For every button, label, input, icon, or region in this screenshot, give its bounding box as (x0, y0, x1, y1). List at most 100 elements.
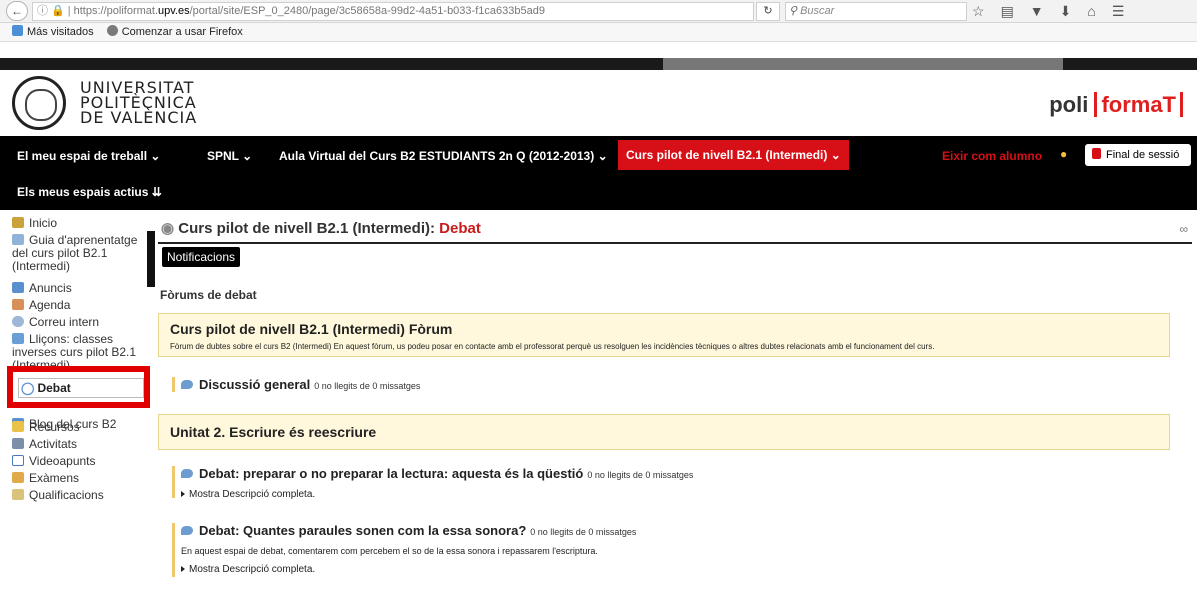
bookmark-getting-started[interactable]: Comenzar a usar Firefox (122, 26, 243, 38)
lock-icon: 🔒 (51, 5, 65, 17)
sidebar-item-videoapunts[interactable]: Videoapunts (12, 455, 96, 468)
browser-toolbar: ← ⓘ 🔒 | https://polifor­mat.upv.es/portal/… (0, 0, 1197, 23)
topic-icon (181, 380, 193, 389)
sidebar-item-debat[interactable]: ◯ Debat (7, 366, 150, 408)
sidebar-label: Videoapunts (29, 454, 96, 468)
reading-list-icon[interactable]: ▤ (1001, 3, 1014, 20)
lessons-icon (12, 333, 24, 344)
brand-format: formaT (1094, 92, 1183, 117)
sidebar-collapse-handle[interactable] (147, 231, 155, 287)
power-icon (1092, 148, 1101, 159)
nav-current-site[interactable]: Curs pilot de nivell B2.1 (Intermedi) ⌄ (618, 140, 849, 170)
chevron-down-icon: ⌄ (242, 149, 253, 163)
university-seal-logo (12, 76, 66, 130)
page-title-prefix: Curs pilot de nivell B2.1 (Intermedi): (178, 220, 435, 237)
sidebar-label: Qualificacions (29, 488, 104, 502)
poliformat-logo[interactable]: poli formaT (1049, 92, 1183, 118)
pencil-icon (12, 472, 24, 483)
browser-tools: ☆ ▤ ▼ ⬇ ⌂ ☰ (972, 0, 1124, 22)
nav-label: El meu espai de treball (17, 149, 148, 163)
show-full-label: Mostra Descripció completa. (189, 489, 316, 500)
forum-title[interactable]: Unitat 2. Escriure és reescriure (170, 424, 376, 440)
nav-label: Aula Virtual del Curs B2 ESTUDIANTS 2n Q… (279, 149, 595, 163)
topic-title: Debat: Quantes paraules sonen com la ess… (199, 523, 527, 538)
video-icon (12, 455, 24, 466)
active-spaces-label: Els meus espais actius (17, 185, 149, 199)
sidebar-label: Guia d'aprenentatge del curs pilot B2.1 … (12, 233, 138, 273)
sidebar-label: Correu intern (29, 315, 100, 329)
bookmark-folder-icon (12, 25, 23, 36)
logout-label: Final de sessió (1106, 149, 1180, 161)
sidebar-label: Inicio (29, 216, 58, 230)
book-icon (12, 234, 24, 245)
topic-title: Debat: preparar o no preparar la lectura… (199, 466, 584, 481)
sidebar-label: Debat (37, 381, 71, 395)
sidebar-label: Agenda (29, 298, 71, 312)
bookmark-most-visited[interactable]: Más visitados (27, 26, 94, 38)
chevron-down-icon: ⌄ (597, 149, 608, 163)
active-spaces-toggle[interactable]: Els meus espais actius ⇊ (17, 185, 162, 199)
menu-icon[interactable]: ☰ (1112, 3, 1125, 20)
sidebar-label: Anuncis (29, 281, 72, 295)
chevron-down-icon: ⌄ (150, 149, 161, 163)
topic-row[interactable]: Discussió general 0 no llegits de 0 missa… (172, 377, 420, 392)
show-full-description-link[interactable]: Mostra Descripció completa. (181, 564, 315, 575)
sidebar-item-activitats[interactable]: Activitats (12, 438, 77, 451)
user-icon[interactable]: ● (1060, 147, 1072, 161)
forum-block: Curs pilot de nivell B2.1 (Intermedi) Fò… (158, 313, 1170, 357)
forum-title[interactable]: Curs pilot de nivell B2.1 (Intermedi) Fò… (170, 321, 452, 337)
topic-icon (181, 526, 193, 535)
search-placeholder: Buscar (800, 5, 835, 17)
sidebar-item-qualificacions[interactable]: Qualificacions (12, 489, 104, 502)
sidebar-item-recursos[interactable]: Recursos (12, 421, 80, 434)
announcement-icon (12, 282, 24, 293)
expand-triangle-icon (181, 566, 185, 572)
sidebar-item-inicio[interactable]: Inicio (12, 217, 57, 230)
sidebar-label: Activitats (29, 437, 78, 451)
sidebar-label: Recursos (29, 420, 80, 434)
sidebar-item-agenda[interactable]: Agenda (12, 299, 70, 312)
exit-student-view-link[interactable]: Eixir com alumno (942, 149, 1042, 163)
url-path: /portal/site/ESP_0_2480/page/3c58658a-99… (189, 5, 545, 17)
sidebar-item-correu[interactable]: Correu intern (12, 316, 99, 329)
nav-label: SPNL (207, 149, 239, 163)
download-icon[interactable]: ⬇ (1060, 3, 1072, 20)
university-name: UNIVERSITAT POLITÈCNICA DE VALÈNCIA (80, 80, 198, 127)
url-field[interactable]: ⓘ 🔒 | https://polifor­mat.upv.es/portal/si… (32, 2, 754, 21)
topic-icon (181, 469, 193, 478)
url-prefix: https://polifor­mat. (73, 5, 158, 17)
topic-count: 0 no llegits de 0 missatges (587, 470, 694, 480)
tool-status-icon: ◉ (161, 220, 175, 237)
topic-title: Discussió general (199, 377, 311, 392)
home-icon (12, 217, 24, 228)
sidebar-item-examens[interactable]: Exàmens (12, 472, 79, 485)
show-full-description-link[interactable]: Mostra Descripció completa. (181, 489, 315, 500)
link-icon[interactable]: ∞ (1179, 222, 1188, 236)
sidebar-item-anuncis[interactable]: Anuncis (12, 282, 72, 295)
forums-heading: Fòrums de debat (160, 288, 257, 302)
nav-spnl[interactable]: SPNL ⌄ (207, 149, 252, 163)
forum-description: Fòrum de dubtes sobre el curs B2 (Interm… (170, 342, 935, 351)
star-icon[interactable]: ☆ (972, 3, 985, 20)
main-content: ◉ Curs pilot de nivell B2.1 (Intermedi):… (158, 210, 1192, 600)
home-icon[interactable]: ⌂ (1087, 3, 1095, 19)
title-divider (158, 242, 1192, 244)
topic-description: En aquest espai de debat, comentarem com… (181, 546, 598, 556)
assignment-icon (12, 438, 24, 449)
sidebar-item-guia[interactable]: Guia d'aprenentatge del curs pilot B2.1 … (12, 234, 142, 273)
back-button[interactable]: ← (6, 1, 28, 21)
topic-count: 0 no llegits de 0 missatges (530, 527, 637, 537)
reload-button[interactable]: ↻ (756, 2, 780, 21)
notifications-button[interactable]: Notificacions (162, 247, 241, 267)
logout-button[interactable]: Final de sessió (1085, 144, 1191, 166)
site-header: UNIVERSITAT POLITÈCNICA DE VALÈNCIA poli… (0, 70, 1197, 136)
show-full-label: Mostra Descripció completa. (189, 564, 316, 575)
double-chevron-icon: ⇊ (151, 185, 162, 199)
search-input[interactable]: ⚲ Buscar (785, 2, 967, 21)
nav-my-workspace[interactable]: El meu espai de treball ⌄ (17, 149, 160, 163)
nav-aula-virtual[interactable]: Aula Virtual del Curs B2 ESTUDIANTS 2n Q… (279, 149, 608, 163)
university-line-3: DE VALÈNCIA (80, 108, 198, 127)
gradebook-icon (12, 489, 24, 500)
brand-poli: poli (1049, 92, 1089, 117)
pocket-icon[interactable]: ▼ (1030, 3, 1044, 19)
